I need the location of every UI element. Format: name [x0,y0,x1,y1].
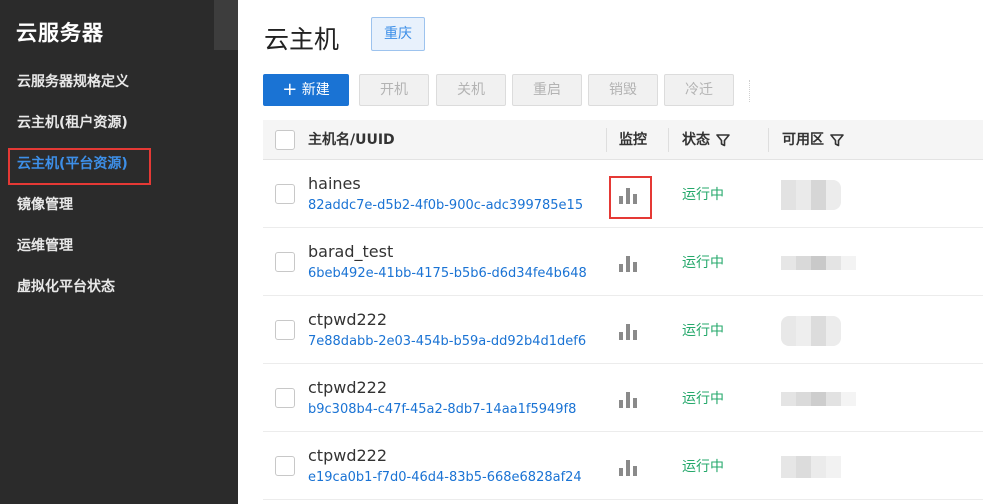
status-badge: 运行中 [682,255,724,271]
cold-migrate-button[interactable]: 冷迁 [664,74,734,106]
row-checkbox[interactable] [275,184,295,204]
new-button-label: 新建 [301,82,330,98]
sidebar-item-spec-definition[interactable]: 云服务器规格定义 [0,62,238,103]
column-header-status-label: 状态 [682,132,710,148]
vm-uuid-link[interactable]: 7e88dabb-2e03-454b-b59a-dd92b4d1def6 [308,334,586,349]
monitor-chart-icon[interactable] [619,322,639,340]
status-badge: 运行中 [682,323,724,339]
vm-name: ctpwd222 [308,446,388,465]
region-selector[interactable]: 重庆 [371,17,425,51]
zone-redacted [781,452,841,482]
sidebar-menu: 云服务器规格定义 云主机(租户资源) 云主机(平台资源) 镜像管理 运维管理 虚… [0,62,238,308]
filter-icon[interactable] [716,133,730,147]
monitor-highlight-box [609,176,652,219]
column-header-monitor: 监控 [619,132,647,148]
monitor-chart-icon[interactable] [619,458,639,476]
table-row[interactable]: ctpwd222 e19ca0b1-f7d0-46d4-83b5-668e682… [263,432,983,500]
table-row[interactable]: ctpwd222 7e88dabb-2e03-454b-b59a-dd92b4d… [263,296,983,364]
toolbar-divider [749,80,750,102]
row-checkbox[interactable] [275,456,295,476]
column-header-zone: 可用区 [782,120,844,160]
vm-name: ctpwd222 [308,378,388,397]
sidebar-collapse-handle[interactable] [214,0,238,50]
table-row[interactable]: ctpwd222 b9c308b4-c47f-45a2-8db7-14aa1f5… [263,364,983,432]
row-checkbox[interactable] [275,320,295,340]
status-badge: 运行中 [682,187,724,203]
power-on-button[interactable]: 开机 [359,74,429,106]
vm-uuid-link[interactable]: 6beb492e-41bb-4175-b5b6-d6d34fe4b648 [308,266,587,281]
sidebar-item-vm-tenant[interactable]: 云主机(租户资源) [0,103,238,144]
vm-name: ctpwd222 [308,310,388,329]
vm-uuid-link[interactable]: b9c308b4-c47f-45a2-8db7-14aa1f5949f8 [308,402,576,417]
plus-icon: + [282,79,298,100]
column-header-status: 状态 [682,120,730,160]
table-header: 主机名/UUID 监控 状态 可用区 [263,120,983,160]
column-divider [606,128,607,152]
sidebar-item-vm-platform[interactable]: 云主机(平台资源) [0,144,238,185]
main-content: 云主机 重庆 + 新建 开机 关机 重启 销毁 冷迁 主机名/UUID 监控 状… [238,0,983,504]
filter-icon[interactable] [830,133,844,147]
sidebar-title: 云服务器 [16,21,104,45]
sidebar-item-image-management[interactable]: 镜像管理 [0,185,238,226]
zone-redacted [781,316,841,346]
column-header-name: 主机名/UUID [308,132,395,148]
column-divider [668,128,669,152]
zone-redacted [781,180,841,210]
monitor-chart-icon[interactable] [619,254,639,272]
new-button[interactable]: + 新建 [263,74,349,106]
restart-button[interactable]: 重启 [512,74,582,106]
table-row[interactable]: barad_test 6beb492e-41bb-4175-b5b6-d6d34… [263,228,983,296]
power-off-button[interactable]: 关机 [436,74,506,106]
column-header-zone-label: 可用区 [782,132,824,148]
select-all-checkbox[interactable] [275,130,295,150]
vm-uuid-link[interactable]: 82addc7e-d5b2-4f0b-900c-adc399785e15 [308,198,583,213]
vm-table: 主机名/UUID 监控 状态 可用区 haines 82addc7e-d5b2-… [263,120,983,500]
row-checkbox[interactable] [275,252,295,272]
sidebar-item-virt-platform-status[interactable]: 虚拟化平台状态 [0,267,238,308]
status-badge: 运行中 [682,391,724,407]
row-checkbox[interactable] [275,388,295,408]
zone-redacted [781,248,856,278]
column-divider [768,128,769,152]
table-row[interactable]: haines 82addc7e-d5b2-4f0b-900c-adc399785… [263,160,983,228]
vm-name: barad_test [308,242,394,261]
destroy-button[interactable]: 销毁 [588,74,658,106]
sidebar: 云服务器 云服务器规格定义 云主机(租户资源) 云主机(平台资源) 镜像管理 运… [0,0,238,504]
zone-redacted [781,384,856,414]
sidebar-item-ops-management[interactable]: 运维管理 [0,226,238,267]
vm-name: haines [308,174,361,193]
vm-uuid-link[interactable]: e19ca0b1-f7d0-46d4-83b5-668e6828af24 [308,470,582,485]
monitor-chart-icon[interactable] [619,390,639,408]
status-badge: 运行中 [682,459,724,475]
page-title: 云主机 [264,25,340,54]
